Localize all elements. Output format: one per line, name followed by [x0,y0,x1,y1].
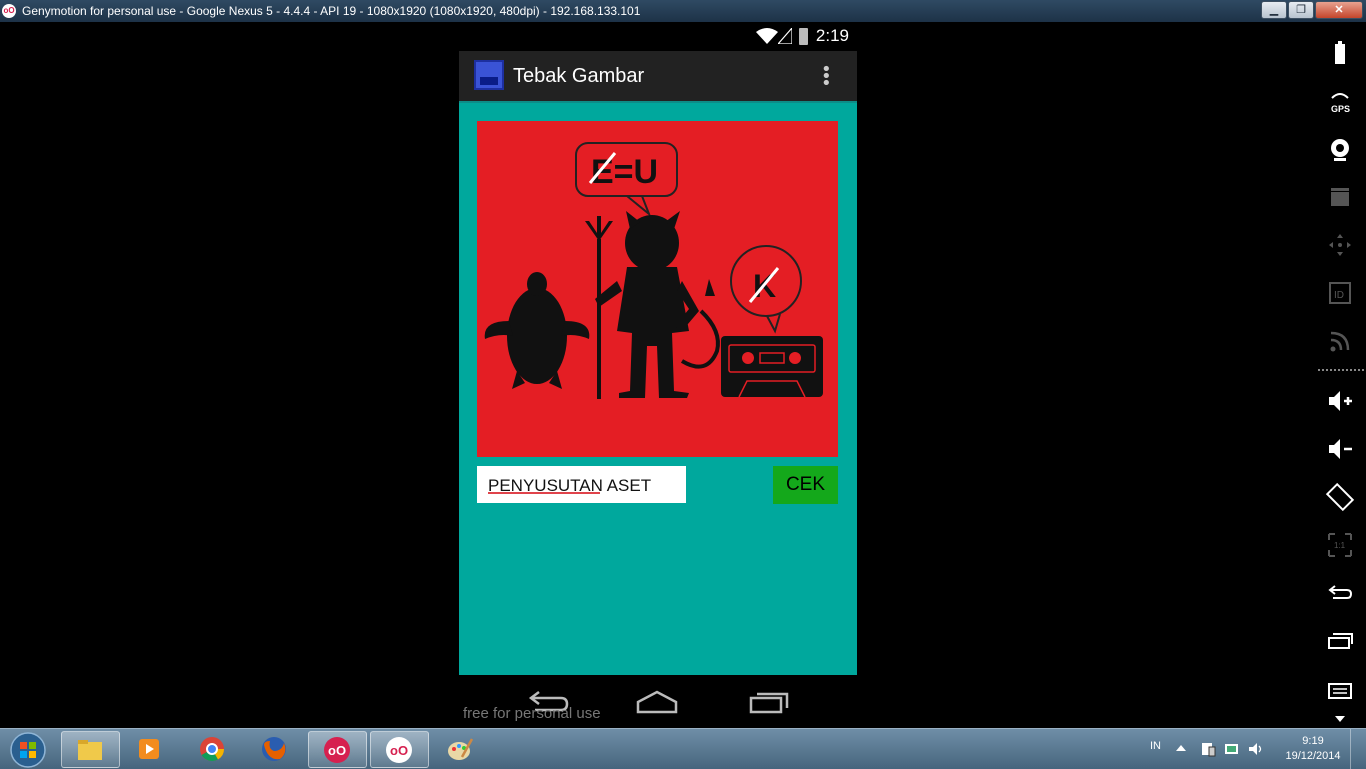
recent-apps-icon[interactable] [747,688,791,716]
pixel-perfect-icon[interactable]: 1:1 [1325,530,1355,560]
capture-icon[interactable] [1325,182,1355,212]
taskbar-genymotion-device[interactable]: oO [370,731,429,768]
taskbar-genymotion[interactable]: oO [308,731,367,768]
volume-up-icon[interactable] [1325,386,1355,416]
android-status-bar: 2:19 [459,24,857,49]
app-launcher-icon[interactable] [474,60,504,90]
webcam-icon[interactable] [1325,134,1355,164]
action-center-icon[interactable] [1200,741,1216,757]
taskbar-chrome[interactable] [184,731,241,766]
close-button[interactable]: ✕ [1315,1,1363,19]
network-tray-icon[interactable] [1224,741,1240,757]
genymotion-app-icon: oO [2,4,16,18]
window-titlebar: oO Genymotion for personal use - Google … [0,0,1366,22]
folder-icon [78,740,102,760]
dpad-icon[interactable] [1325,230,1355,260]
puzzle-image: E=U K [477,121,838,457]
volume-down-icon[interactable] [1325,434,1355,464]
watermark-text: free for personal use [463,705,601,722]
recent-apps-icon[interactable] [1325,626,1355,656]
battery-icon[interactable] [1325,38,1355,68]
taskbar-clock[interactable]: 9:19 19/12/2014 [1283,734,1343,764]
taskbar-date: 19/12/2014 [1285,750,1341,762]
svg-text:oO: oO [390,743,408,758]
app-title: Tebak Gambar [513,65,645,87]
answer-input[interactable]: PENYUSUTAN ASET [477,466,686,503]
media-player-icon [139,739,159,759]
wifi-icon [756,28,778,44]
volume-tray-icon[interactable] [1248,741,1264,757]
battery-charging-icon [799,28,808,45]
gps-icon[interactable]: GPS [1325,86,1355,116]
genymotion-icon: oO [324,737,350,763]
taskbar-firefox[interactable] [246,731,303,766]
svg-text:GPS: GPS [1331,104,1350,114]
chrome-icon [200,737,224,762]
device-id-icon[interactable]: ID [1325,278,1355,308]
spellcheck-underline [488,492,600,494]
language-indicator[interactable]: IN [1150,740,1161,752]
show-desktop-button[interactable] [1350,729,1366,769]
window-title: Genymotion for personal use - Google Nex… [22,4,641,18]
taskbar-windows-explorer[interactable] [61,731,120,768]
genymotion-sidebar: GPS ID 1:1 [1316,26,1366,728]
overflow-menu-icon[interactable]: • • • [821,61,832,93]
restore-button[interactable]: ❐ [1288,1,1314,19]
menu-icon[interactable] [1325,674,1355,704]
status-clock: 2:19 [815,26,849,45]
cassette-silhouette [721,336,823,398]
rotate-icon[interactable] [1325,482,1355,512]
scroll-down-icon[interactable] [1335,716,1345,724]
svg-text:oO: oO [328,743,346,758]
svg-text:ID: ID [1334,290,1344,301]
sidebar-separator [1318,369,1364,371]
content-area: E=U K [459,103,857,675]
taskbar-paint[interactable] [432,731,489,766]
paint-icon [448,738,474,760]
taskbar-time: 9:19 [1302,735,1324,747]
windows-taskbar: oO oO IN 9:19 19/12/2014 [0,728,1366,769]
cek-button[interactable]: CEK [773,466,838,504]
signal-icon [778,28,792,44]
minimize-button[interactable]: ▁ [1261,1,1287,19]
genymotion-device-icon: oO [386,737,412,763]
back-icon[interactable] [1325,578,1355,608]
svg-text:1:1: 1:1 [1334,541,1346,550]
taskbar-media-player[interactable] [121,731,178,766]
firefox-icon [262,737,286,761]
network-icon[interactable] [1325,326,1355,356]
show-hidden-icons-icon[interactable] [1176,743,1186,753]
start-button[interactable] [4,731,52,768]
action-bar: Tebak Gambar • • • [459,51,857,103]
home-icon[interactable] [635,688,679,716]
